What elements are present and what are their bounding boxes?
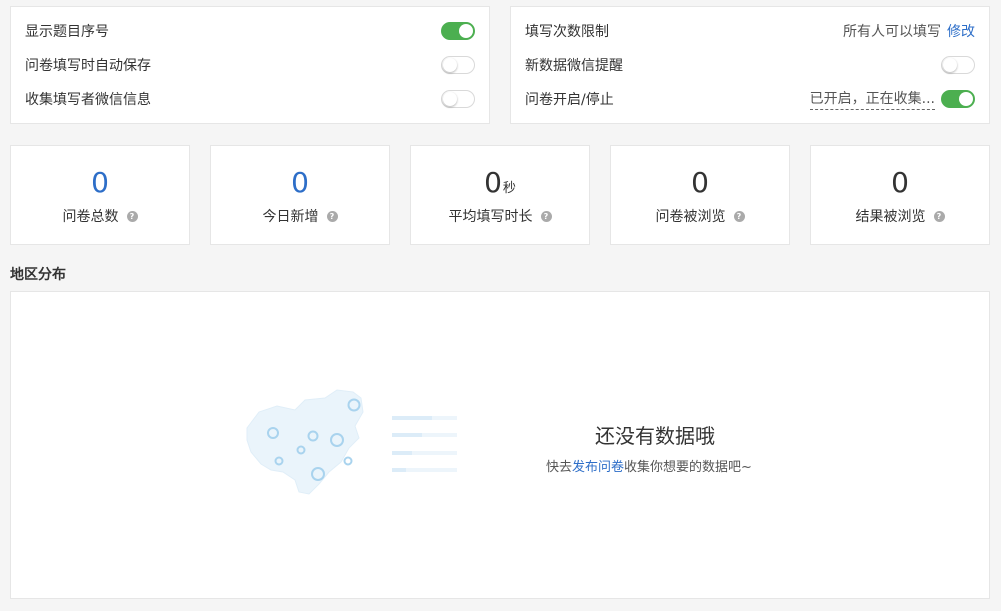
survey-status-toggle[interactable] <box>941 90 975 108</box>
display-settings-card: 显示题目序号 问卷填写时自动保存 收集填写者微信信息 <box>10 6 490 124</box>
setting-label: 显示题目序号 <box>25 24 109 40</box>
stat-label: 结果被浏览? <box>811 206 989 226</box>
stat-card-result-views: 0 结果被浏览? <box>810 145 990 245</box>
setting-label: 问卷填写时自动保存 <box>25 58 151 74</box>
stat-label: 问卷总数? <box>11 206 189 226</box>
empty-state-title: 还没有数据哦 <box>595 424 715 448</box>
stat-value: 0 <box>11 166 189 200</box>
help-icon[interactable]: ? <box>733 210 745 222</box>
setting-row-wechat-reminder: 新数据微信提醒 <box>525 48 975 82</box>
region-section-title: 地区分布 <box>10 267 66 283</box>
stat-label: 今日新增? <box>211 206 389 226</box>
help-icon[interactable]: ? <box>540 210 552 222</box>
setting-label: 填写次数限制 <box>525 24 609 40</box>
empty-desc-suffix: 收集你想要的数据吧~ <box>624 460 752 475</box>
stat-value: 0 <box>611 166 789 200</box>
toggle-knob <box>943 58 957 72</box>
empty-state-description: 快去发布问卷收集你想要的数据吧~ <box>546 456 752 475</box>
stat-card-survey-views: 0 问卷被浏览? <box>610 145 790 245</box>
collect-wechat-toggle[interactable] <box>441 90 475 108</box>
stat-label-text: 问卷总数 <box>62 209 119 225</box>
stat-label-text: 问卷被浏览 <box>655 209 726 225</box>
setting-label: 收集填写者微信信息 <box>25 92 151 108</box>
publish-survey-link[interactable]: 发布问卷 <box>572 460 624 475</box>
collection-settings-card: 填写次数限制 所有人可以填写 修改 新数据微信提醒 问卷开启/停止 已开启，正在… <box>510 6 990 124</box>
setting-row-fill-limit: 填写次数限制 所有人可以填写 修改 <box>525 14 975 48</box>
setting-row-survey-status: 问卷开启/停止 已开启，正在收集... <box>525 82 975 116</box>
stat-label-text: 今日新增 <box>262 209 319 225</box>
region-distribution-panel: 还没有数据哦 快去发布问卷收集你想要的数据吧~ <box>10 291 990 599</box>
setting-row-show-question-number: 显示题目序号 <box>25 14 475 48</box>
help-icon[interactable]: ? <box>933 210 945 222</box>
show-question-number-toggle[interactable] <box>441 22 475 40</box>
stat-number: 0 <box>691 166 709 199</box>
toggle-knob <box>443 92 457 106</box>
stat-card-today-new: 0 今日新增? <box>210 145 390 245</box>
stat-value: 0秒 <box>411 166 589 206</box>
survey-status-group: 已开启，正在收集... <box>809 88 975 110</box>
stat-number: 0 <box>891 166 909 199</box>
wechat-reminder-toggle[interactable] <box>941 56 975 74</box>
stat-value: 0 <box>211 166 389 200</box>
stat-label-text: 结果被浏览 <box>855 209 926 225</box>
stat-label: 问卷被浏览? <box>611 206 789 226</box>
stat-label: 平均填写时长? <box>411 206 589 226</box>
setting-row-auto-save: 问卷填写时自动保存 <box>25 48 475 82</box>
stat-unit: 秒 <box>502 181 516 196</box>
stat-number: 0 <box>91 166 109 199</box>
china-map-icon <box>246 389 457 495</box>
modify-link[interactable]: 修改 <box>947 21 975 41</box>
stat-number: 0 <box>291 166 309 199</box>
stat-card-avg-duration: 0秒 平均填写时长? <box>410 145 590 245</box>
fill-limit-value: 所有人可以填写 <box>843 24 941 40</box>
setting-label: 新数据微信提醒 <box>525 58 623 74</box>
help-icon[interactable]: ? <box>326 210 338 222</box>
toggle-knob <box>443 58 457 72</box>
stat-label-text: 平均填写时长 <box>448 209 533 225</box>
empty-desc-prefix: 快去 <box>546 460 573 475</box>
help-icon[interactable]: ? <box>126 210 138 222</box>
fill-limit-value-group: 所有人可以填写 修改 <box>843 21 975 41</box>
setting-label: 问卷开启/停止 <box>525 92 614 108</box>
stat-value: 0 <box>811 166 989 200</box>
stat-card-total-responses: 0 问卷总数? <box>10 145 190 245</box>
auto-save-toggle[interactable] <box>441 56 475 74</box>
toggle-knob <box>959 92 973 106</box>
setting-row-collect-wechat: 收集填写者微信信息 <box>25 82 475 116</box>
toggle-knob <box>459 24 473 38</box>
stat-number: 0 <box>484 166 502 199</box>
survey-status-text[interactable]: 已开启，正在收集... <box>809 88 935 110</box>
